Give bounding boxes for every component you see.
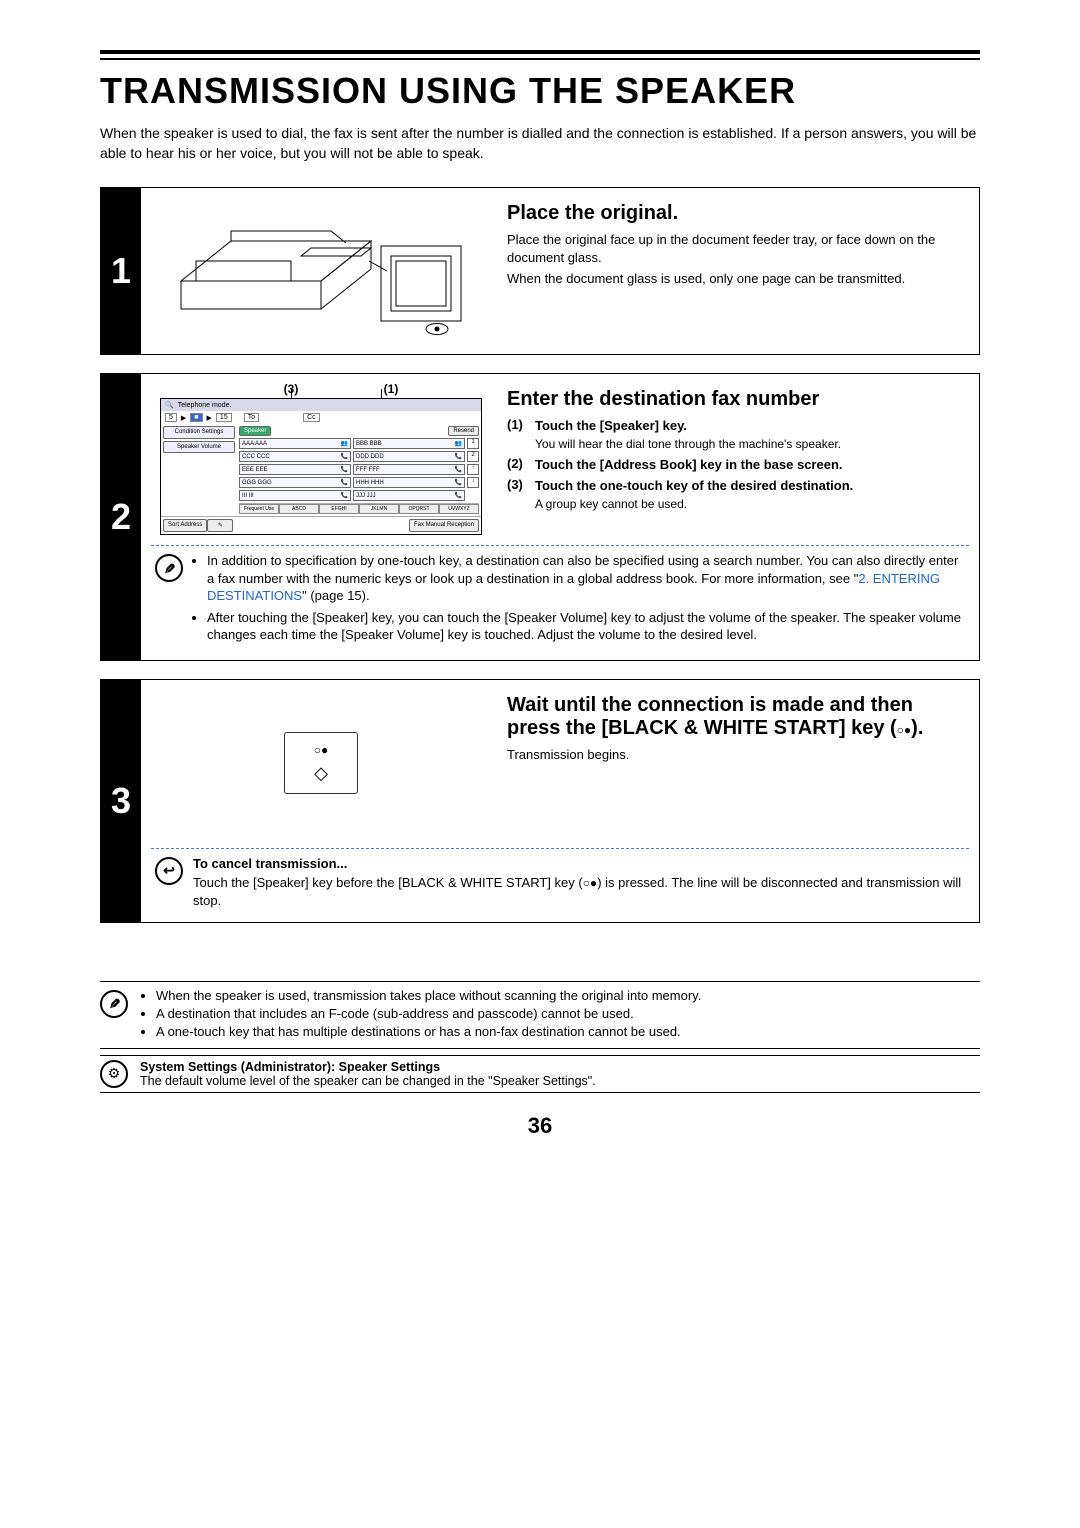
note-bullet: After touching the [Speaker] key, you ca… <box>207 609 965 644</box>
step-1-para-1: Place the original face up in the docume… <box>507 231 959 266</box>
one-touch-key[interactable]: EEE EEE📞 <box>239 464 351 475</box>
cancel-text: Touch the [Speaker] key before the [BLAC… <box>193 874 965 909</box>
speaker-volume-button[interactable]: Speaker Volume <box>163 441 235 454</box>
circle-dot-icon <box>897 717 912 739</box>
substep-note: A group key cannot be used. <box>535 496 959 512</box>
condition-settings-button[interactable]: Condition Settings <box>163 426 235 439</box>
dashed-separator <box>151 848 969 849</box>
step-1-illustration <box>151 196 491 346</box>
screen-cc-label[interactable]: Cc <box>303 413 320 422</box>
lower-notes: When the speaker is used, transmission t… <box>100 981 980 1049</box>
cancel-heading: To cancel transmission... <box>193 856 347 871</box>
screen-mode-label: Telephone mode. <box>178 402 232 409</box>
page-up[interactable]: ↑ <box>467 464 479 475</box>
circle-dot-icon <box>314 741 329 759</box>
note-bullet: In addition to specification by one-touc… <box>207 552 965 605</box>
system-settings-note: System Settings (Administrator): Speaker… <box>100 1055 980 1093</box>
step-1-heading: Place the original. <box>507 202 959 225</box>
substep-title: Touch the [Address Book] key in the base… <box>535 456 959 474</box>
step-2-illustration: (3) (1) 🔍 Telephone mode. 5 ▶ <box>151 382 491 535</box>
document-page: TRANSMISSION USING THE SPEAKER When the … <box>50 0 1030 1179</box>
one-touch-key[interactable]: GGG GGG📞 <box>239 477 351 488</box>
page-1[interactable]: 1 <box>467 438 479 449</box>
sort-address-button[interactable]: Sort Address <box>163 519 207 532</box>
step-3-para: Transmission begins. <box>507 746 959 764</box>
index-tab[interactable]: UVWXYZ <box>439 504 479 514</box>
one-touch-key[interactable]: CCC CCC📞 <box>239 451 351 462</box>
screen-tab-active[interactable]: ■ <box>190 413 202 422</box>
dashed-separator <box>151 545 969 546</box>
page-number: 36 <box>100 1113 980 1139</box>
step-1-para-2: When the document glass is used, only on… <box>507 270 959 288</box>
sys-text: The default volume level of the speaker … <box>140 1074 596 1088</box>
lower-note-item: When the speaker is used, transmission t… <box>156 988 701 1003</box>
fax-manual-reception-button[interactable]: Fax Manual Reception <box>409 519 479 532</box>
resend-button[interactable]: Resend <box>448 426 479 436</box>
substep-list: (1) Touch the [Speaker] key. You will he… <box>507 417 959 512</box>
printer-icon <box>171 201 471 341</box>
page-title: TRANSMISSION USING THE SPEAKER <box>100 70 980 112</box>
index-tab[interactable]: Frequent Use <box>239 504 279 514</box>
one-touch-key[interactable]: BBB BBB👥 <box>353 438 465 449</box>
cancel-note: To cancel transmission... Touch the [Spe… <box>151 855 969 914</box>
speaker-button[interactable]: Speaker <box>239 426 271 436</box>
screen-tab-5[interactable]: 5 <box>165 413 177 422</box>
one-touch-key[interactable]: III III📞 <box>239 490 351 501</box>
substep-note: You will hear the dial tone through the … <box>535 436 959 452</box>
one-touch-key[interactable]: HHH HHH📞 <box>353 477 465 488</box>
header-rule <box>100 50 980 60</box>
search-icon: 🔍 <box>165 401 174 409</box>
index-tab[interactable]: EFGHI <box>319 504 359 514</box>
one-touch-grid: AAA AAA👥 BBB BBB👥 1 CCC CCC📞 DDD DDD📞 2 … <box>239 438 479 501</box>
substep-num: (3) <box>507 477 535 512</box>
substep-num: (1) <box>507 417 535 452</box>
sys-heading: System Settings (Administrator): Speaker… <box>140 1060 440 1074</box>
screen-tab-15[interactable]: 15 <box>216 413 232 422</box>
index-tab[interactable]: ABCD <box>279 504 319 514</box>
step-3-illustration <box>151 688 491 838</box>
lower-note-item: A one-touch key that has multiple destin… <box>156 1024 701 1039</box>
substep-title: Touch the [Speaker] key. <box>535 417 959 435</box>
step-3-heading: Wait until the connection is made and th… <box>507 694 959 740</box>
step-number: 1 <box>101 188 141 354</box>
intro-paragraph: When the speaker is used to dial, the fa… <box>100 124 980 163</box>
step-1-box: 1 <box>100 187 980 355</box>
step-3-box: 3 Wait until the connection is made and … <box>100 679 980 923</box>
cancel-icon <box>155 857 183 885</box>
step-2-note: In addition to specification by one-touc… <box>151 552 969 652</box>
callout-1: (1) <box>384 382 399 396</box>
pencil-icon <box>155 554 183 582</box>
step-number: 2 <box>101 374 141 660</box>
start-key-panel <box>284 732 358 794</box>
index-tab[interactable]: OPQRST <box>399 504 439 514</box>
one-touch-key[interactable]: AAA AAA👥 <box>239 438 351 449</box>
pencil-icon <box>100 990 128 1018</box>
edit-icon[interactable]: ✎ <box>207 519 233 532</box>
circle-dot-icon <box>583 875 598 890</box>
fax-screen: 🔍 Telephone mode. 5 ▶ ■ ▶ 15 To Cc <box>160 398 482 535</box>
page-2[interactable]: 2 <box>467 451 479 462</box>
one-touch-key[interactable]: FFF FFF📞 <box>353 464 465 475</box>
index-tabs: Frequent Use ABCD EFGHI JKLMN OPQRST UVW… <box>239 503 479 514</box>
gear-icon <box>100 1060 128 1088</box>
one-touch-key[interactable]: DDD DDD📞 <box>353 451 465 462</box>
index-tab[interactable]: JKLMN <box>359 504 399 514</box>
one-touch-key[interactable]: JJJ JJJ📞 <box>353 490 465 501</box>
lower-note-item: A destination that includes an F-code (s… <box>156 1006 701 1021</box>
step-2-box: 2 (3) (1) 🔍 Telephone mode. <box>100 373 980 661</box>
step-2-heading: Enter the destination fax number <box>507 388 959 411</box>
start-key-icon <box>314 763 328 784</box>
substep-title: Touch the one-touch key of the desired d… <box>535 477 959 495</box>
step-number: 3 <box>101 680 141 922</box>
screen-to-label[interactable]: To <box>244 413 259 422</box>
page-down[interactable]: ↓ <box>467 477 479 488</box>
substep-num: (2) <box>507 456 535 474</box>
